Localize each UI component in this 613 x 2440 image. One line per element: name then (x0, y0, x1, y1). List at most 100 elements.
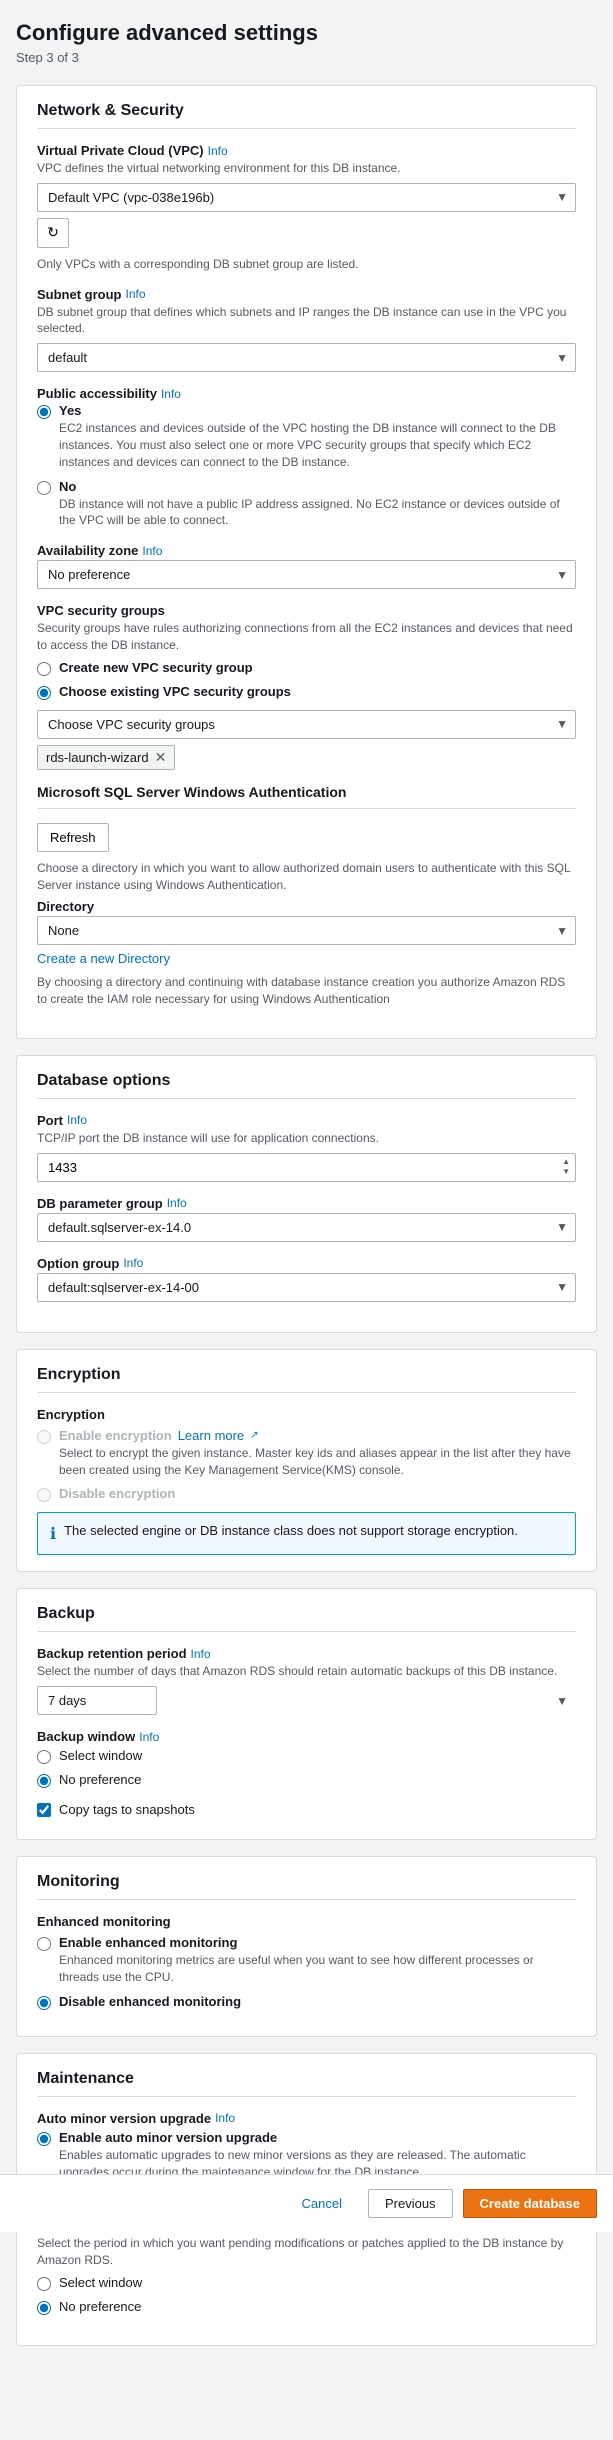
backup-window-no-preference-label: No preference (59, 1772, 141, 1787)
public-accessibility-yes-label: Yes (59, 403, 576, 418)
parameter-group-field-group: DB parameter group Info default.sqlserve… (37, 1196, 576, 1242)
encryption-enable-radio[interactable] (37, 1430, 51, 1444)
parameter-group-info-link[interactable]: Info (167, 1196, 187, 1210)
enhanced-monitoring-enable-label: Enable enhanced monitoring (59, 1935, 576, 1950)
vpc-sg-create-radio[interactable] (37, 662, 51, 676)
encryption-enable-item: Enable encryption Learn more ↗ Select to… (37, 1428, 576, 1479)
public-accessibility-yes-radio[interactable] (37, 405, 51, 419)
vpc-sg-tag-label: rds-launch-wizard (46, 750, 149, 765)
maintenance-window-radio-group: Select window No preference (37, 2275, 576, 2315)
retention-period-field-group: Backup retention period Info Select the … (37, 1646, 576, 1715)
retention-period-arrow: ▼ (556, 1694, 568, 1708)
enhanced-monitoring-label: Enhanced monitoring (37, 1914, 576, 1929)
copy-tags-item: Copy tags to snapshots (37, 1802, 576, 1817)
enhanced-monitoring-disable-radio[interactable] (37, 1996, 51, 2010)
encryption-label: Encryption (37, 1407, 576, 1422)
encryption-disable-radio[interactable] (37, 1488, 51, 1502)
encryption-section: Encryption Encryption Enable encryption … (16, 1349, 597, 1573)
encryption-learn-more-link[interactable]: Learn more (178, 1428, 244, 1443)
enhanced-monitoring-enable-desc: Enhanced monitoring metrics are useful w… (59, 1952, 576, 1986)
subnet-info-link[interactable]: Info (126, 287, 146, 301)
maintenance-title: Maintenance (37, 2070, 576, 2097)
vpc-select-wrapper: Default VPC (vpc-038e196b) ▼ (37, 183, 576, 212)
port-input[interactable] (37, 1153, 576, 1182)
availability-zone-info-link[interactable]: Info (142, 544, 162, 558)
monitoring-section: Monitoring Enhanced monitoring Enable en… (16, 1856, 597, 2037)
port-down-arrow[interactable]: ▼ (558, 1167, 574, 1177)
retention-period-select[interactable]: 7 days (37, 1686, 157, 1715)
subnet-label: Subnet group Info (37, 287, 576, 302)
backup-window-info-link[interactable]: Info (139, 1730, 159, 1744)
auto-minor-upgrade-info-link[interactable]: Info (215, 2111, 235, 2125)
database-options-section: Database options Port Info TCP/IP port t… (16, 1055, 597, 1333)
public-accessibility-yes-desc: EC2 instances and devices outside of the… (59, 420, 576, 470)
enhanced-monitoring-enable-item: Enable enhanced monitoring Enhanced moni… (37, 1935, 576, 1986)
maintenance-window-description: Select the period in which you want pend… (37, 2235, 576, 2269)
encryption-title: Encryption (37, 1366, 576, 1393)
vpc-sg-choose-radio[interactable] (37, 686, 51, 700)
public-accessibility-radio-group: Yes EC2 instances and devices outside of… (37, 403, 576, 529)
option-group-select[interactable]: default:sqlserver-ex-14-00 (37, 1273, 576, 1302)
backup-window-select-radio[interactable] (37, 1750, 51, 1764)
vpc-refresh-button[interactable]: ↻ (37, 218, 69, 248)
encryption-enable-label: Enable encryption (59, 1428, 172, 1443)
port-info-link[interactable]: Info (67, 1113, 87, 1127)
vpc-sg-create-label: Create new VPC security group (59, 660, 253, 675)
port-up-arrow[interactable]: ▲ (558, 1157, 574, 1167)
parameter-group-select[interactable]: default.sqlserver-ex-14.0 (37, 1213, 576, 1242)
public-accessibility-no-desc: DB instance will not have a public IP ad… (59, 496, 576, 530)
vpc-info-link[interactable]: Info (208, 144, 228, 158)
maintenance-window-select-item: Select window (37, 2275, 576, 2291)
cancel-button[interactable]: Cancel (286, 2190, 358, 2217)
subnet-description: DB subnet group that defines which subne… (37, 304, 576, 338)
public-accessibility-field-group: Public accessibility Info Yes EC2 instan… (37, 386, 576, 529)
subnet-select[interactable]: default (37, 343, 576, 372)
create-database-button[interactable]: Create database (463, 2189, 597, 2218)
step-indicator: Step 3 of 3 (16, 50, 597, 65)
encryption-radio-group: Enable encryption Learn more ↗ Select to… (37, 1428, 576, 1503)
directory-field-group: Directory None ▼ Create a new Directory … (37, 899, 576, 1008)
maintenance-window-no-preference-item: No preference (37, 2299, 576, 2315)
retention-period-info-link[interactable]: Info (191, 1647, 211, 1661)
retention-period-description: Select the number of days that Amazon RD… (37, 1663, 576, 1680)
directory-label: Directory (37, 899, 576, 914)
retention-period-label: Backup retention period Info (37, 1646, 576, 1661)
port-arrows: ▲ ▼ (558, 1153, 574, 1182)
vpc-sg-tag-close[interactable]: ✕ (155, 749, 167, 766)
availability-zone-select[interactable]: No preference (37, 560, 576, 589)
vpc-sg-select[interactable]: Choose VPC security groups (37, 710, 576, 739)
vpc-select[interactable]: Default VPC (vpc-038e196b) (37, 183, 576, 212)
option-group-info-link[interactable]: Info (123, 1256, 143, 1270)
previous-button[interactable]: Previous (368, 2189, 453, 2218)
maintenance-window-no-preference-radio[interactable] (37, 2301, 51, 2315)
vpc-sg-radio-group: Create new VPC security group Choose exi… (37, 660, 576, 700)
backup-window-label: Backup window Info (37, 1729, 576, 1744)
vpc-sg-choose-label: Choose existing VPC security groups (59, 684, 291, 699)
database-options-title: Database options (37, 1072, 576, 1099)
auto-minor-enable-radio[interactable] (37, 2132, 51, 2146)
create-directory-link[interactable]: Create a new Directory (37, 951, 576, 966)
enhanced-monitoring-disable-item: Disable enhanced monitoring (37, 1994, 576, 2010)
sql-server-auth-refresh-button[interactable]: Refresh (37, 823, 109, 852)
vpc-label: Virtual Private Cloud (VPC) Info (37, 143, 576, 158)
directory-select[interactable]: None (37, 916, 576, 945)
subnet-group-field-group: Subnet group Info DB subnet group that d… (37, 287, 576, 373)
sql-server-auth-title: Microsoft SQL Server Windows Authenticat… (37, 784, 576, 809)
public-accessibility-info-link[interactable]: Info (161, 387, 181, 401)
enhanced-monitoring-radio-group: Enable enhanced monitoring Enhanced moni… (37, 1935, 576, 2010)
vpc-sg-tag-rds: rds-launch-wizard ✕ (37, 745, 175, 770)
footer-bar: Cancel Previous Create database (0, 2174, 613, 2232)
encryption-disable-label: Disable encryption (59, 1486, 175, 1501)
backup-window-no-preference-radio[interactable] (37, 1774, 51, 1788)
enhanced-monitoring-disable-label: Disable enhanced monitoring (59, 1994, 241, 2009)
encryption-info-icon: ℹ (50, 1524, 56, 1544)
maintenance-window-select-radio[interactable] (37, 2277, 51, 2291)
encryption-info-box: ℹ The selected engine or DB instance cla… (37, 1512, 576, 1555)
port-field-group: Port Info TCP/IP port the DB instance wi… (37, 1113, 576, 1182)
copy-tags-checkbox[interactable] (37, 1803, 51, 1817)
backup-window-select-item: Select window (37, 1748, 576, 1764)
public-accessibility-no-radio[interactable] (37, 481, 51, 495)
option-group-label: Option group Info (37, 1256, 576, 1271)
enhanced-monitoring-enable-radio[interactable] (37, 1937, 51, 1951)
vpc-field-group: Virtual Private Cloud (VPC) Info VPC def… (37, 143, 576, 273)
